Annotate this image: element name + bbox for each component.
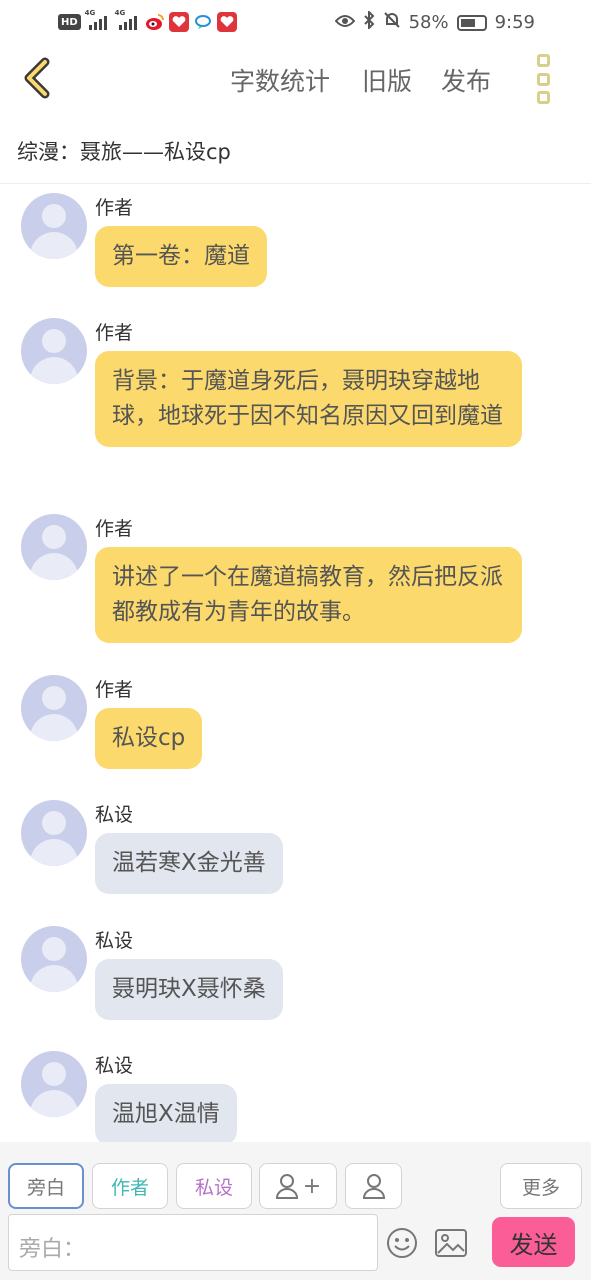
- image-icon: [435, 1229, 467, 1257]
- chat-app-icon: [193, 12, 213, 32]
- eye-icon: [334, 12, 355, 33]
- avatar[interactable]: [21, 1051, 87, 1117]
- message-bubble[interactable]: 聂明玦X聂怀桑: [95, 959, 283, 1020]
- sender-name: 私设: [95, 804, 134, 826]
- app-icon: [216, 12, 237, 32]
- role-private-button[interactable]: 私设: [176, 1163, 252, 1209]
- emoji-button[interactable]: [386, 1227, 418, 1259]
- message-bubble[interactable]: 讲述了一个在魔道搞教育，然后把反派都教成有为青年的故事。: [95, 547, 522, 643]
- message-bubble[interactable]: 背景：于魔道身死后，聂明玦穿越地球，地球死于因不知名原因又回到魔道: [95, 351, 522, 447]
- compose-area: 旁白 作者 私设 + 更多 旁白： 发送: [0, 1142, 591, 1280]
- send-button[interactable]: 发送: [492, 1217, 575, 1267]
- user-icon: [362, 1174, 385, 1199]
- signal-icon: 4G: [115, 9, 141, 31]
- smile-icon: [387, 1228, 417, 1258]
- status-bar-left: HD 4G 4G: [58, 9, 237, 32]
- menu-dot-icon: [536, 91, 550, 104]
- word-count-link[interactable]: 字数统计: [230, 62, 330, 98]
- signal-icon: 4G: [85, 9, 111, 31]
- message-bubble[interactable]: 第一卷：魔道: [95, 226, 267, 287]
- more-roles-button[interactable]: 更多: [500, 1163, 582, 1209]
- network-type-label: 4G: [84, 9, 96, 17]
- sender-name: 私设: [95, 930, 134, 952]
- app-icon: [168, 12, 189, 32]
- more-menu-button[interactable]: [531, 54, 555, 104]
- add-role-button[interactable]: +: [259, 1163, 337, 1209]
- message-input[interactable]: 旁白：: [8, 1214, 378, 1271]
- sender-name: 私设: [95, 1055, 134, 1077]
- avatar[interactable]: [21, 193, 87, 259]
- avatar[interactable]: [21, 675, 87, 741]
- avatar[interactable]: [21, 926, 87, 992]
- hd-icon: HD: [58, 14, 81, 30]
- plus-sign: +: [302, 1173, 322, 1199]
- back-button[interactable]: [18, 56, 62, 100]
- weibo-icon: [144, 12, 165, 32]
- story-title-bar: 综漫：聂旅——私设cp: [0, 124, 591, 184]
- sender-name: 作者: [95, 679, 134, 701]
- role-narration-button[interactable]: 旁白: [8, 1163, 84, 1209]
- message-bubble[interactable]: 温若寒X金光善: [95, 833, 283, 894]
- sender-name: 作者: [95, 197, 134, 219]
- bluetooth-icon: [363, 9, 375, 34]
- avatar[interactable]: [21, 800, 87, 866]
- network-type-label: 4G: [114, 9, 126, 17]
- sender-name: 作者: [95, 322, 134, 344]
- message-bubble[interactable]: 温旭X温情: [95, 1084, 237, 1142]
- sender-name: 作者: [95, 518, 134, 540]
- status-bar-right: 58% 9:59: [334, 9, 535, 34]
- publish-link[interactable]: 发布: [441, 62, 491, 98]
- status-time: 9:59: [494, 12, 535, 33]
- message-bubble[interactable]: 私设cp: [95, 708, 203, 769]
- mute-icon: [383, 11, 401, 34]
- battery-icon: [456, 14, 487, 31]
- avatar[interactable]: [21, 514, 87, 580]
- chat-list[interactable]: 作者 第一卷：魔道 作者 背景：于魔道身死后，聂明玦穿越地球，地球死于因不知名原…: [0, 185, 591, 1142]
- story-title: 综漫：聂旅——私设cp: [17, 140, 231, 164]
- role-manage-button[interactable]: [345, 1163, 402, 1209]
- add-user-icon: [275, 1174, 298, 1199]
- role-author-button[interactable]: 作者: [92, 1163, 168, 1209]
- top-nav: 字数统计 旧版 发布: [0, 44, 591, 116]
- insert-image-button[interactable]: [435, 1229, 467, 1257]
- old-version-link[interactable]: 旧版: [362, 62, 412, 98]
- menu-dot-icon: [536, 72, 550, 86]
- chevron-left-icon: [24, 57, 50, 99]
- battery-percent: 58%: [408, 12, 449, 33]
- status-bar: HD 4G 4G 58% 9:59: [0, 0, 591, 44]
- menu-dot-icon: [536, 54, 550, 67]
- avatar[interactable]: [21, 318, 87, 384]
